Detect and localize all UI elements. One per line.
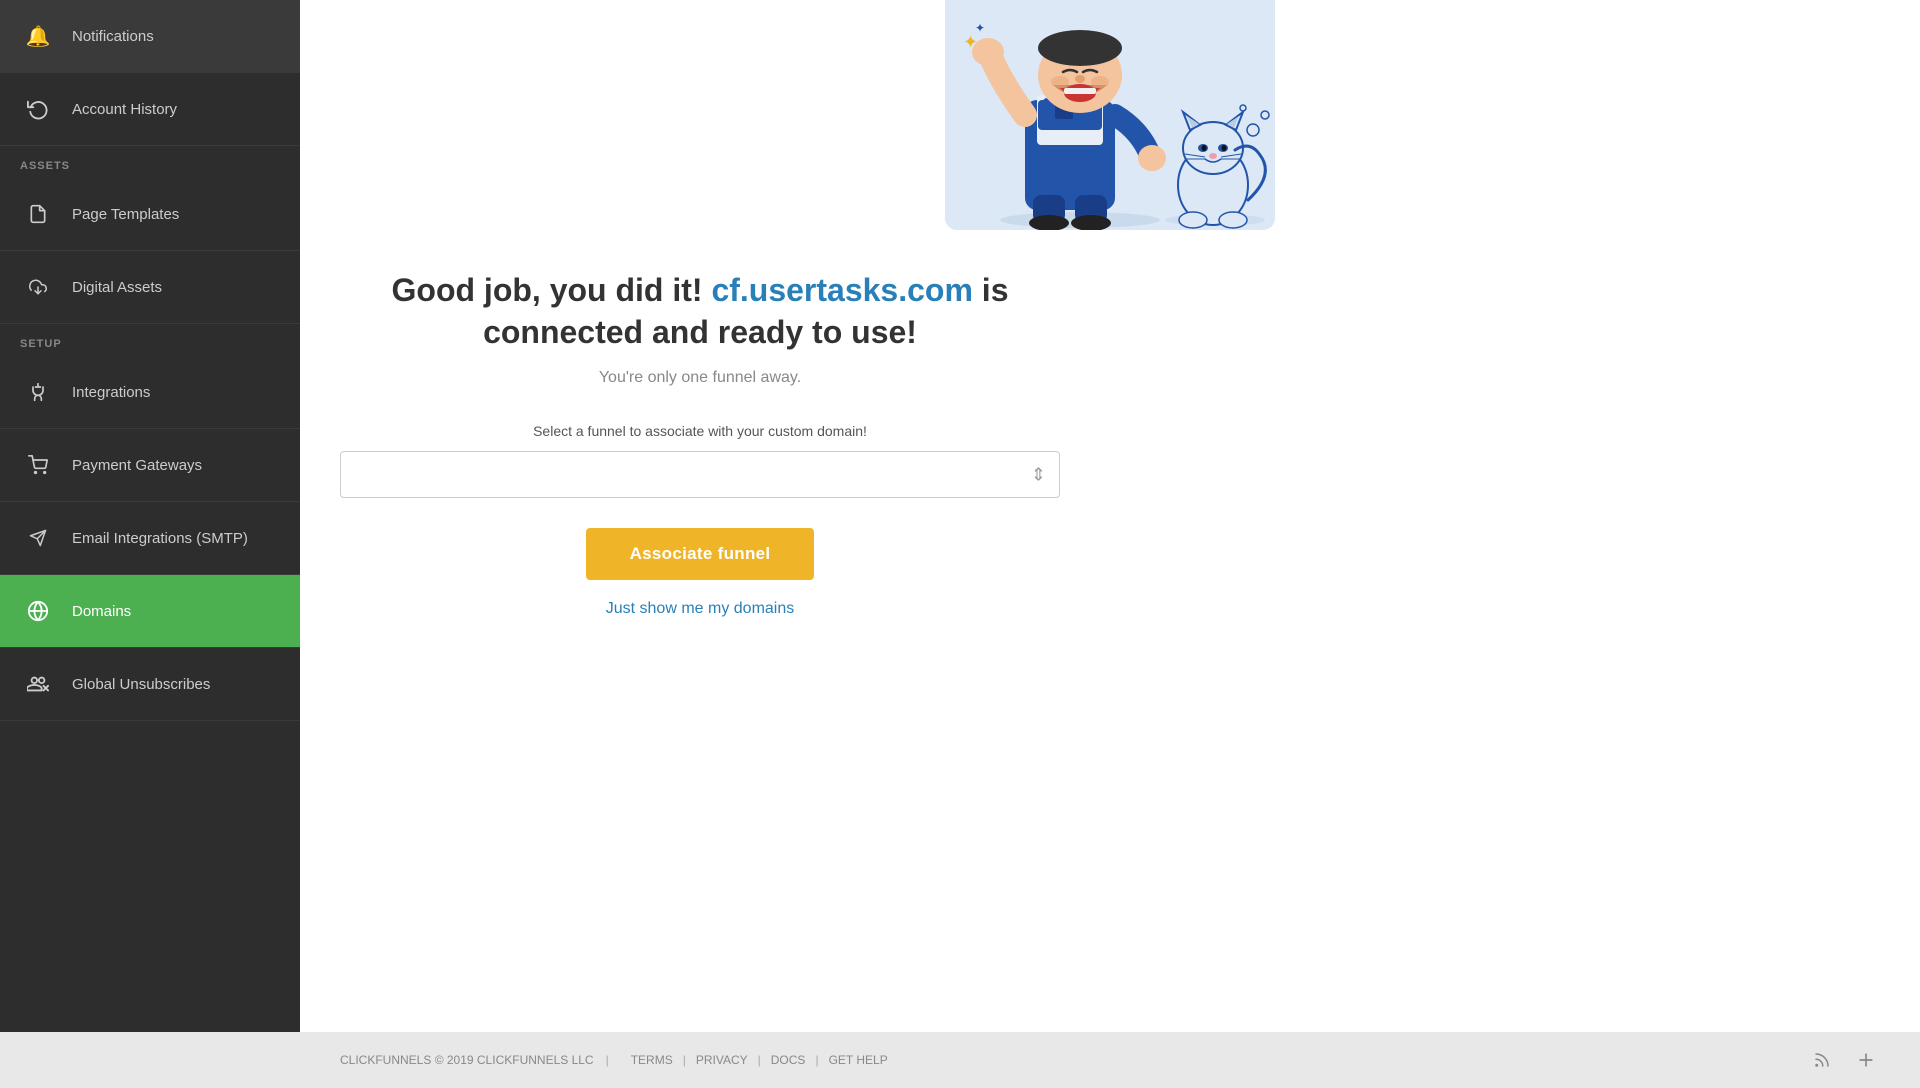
- sidebar-item-payment-gateways[interactable]: Payment Gateways: [0, 429, 300, 502]
- subtitle-text: You're only one funnel away.: [320, 369, 1080, 387]
- funnel-select[interactable]: [340, 451, 1060, 498]
- select-funnel-label: Select a funnel to associate with your c…: [320, 423, 1080, 439]
- sidebar-item-digital-assets[interactable]: Digital Assets: [0, 251, 300, 324]
- rss-icon: [1813, 1051, 1831, 1069]
- cart-icon: [20, 447, 56, 483]
- character-svg: ✦ ✦: [945, 0, 1275, 230]
- history-icon: [20, 91, 56, 127]
- sidebar-item-label: Notifications: [72, 28, 154, 45]
- svg-text:✦: ✦: [963, 32, 978, 52]
- page-icon: [20, 196, 56, 232]
- plug-icon: [20, 374, 56, 410]
- add-icon-button[interactable]: [1852, 1046, 1880, 1074]
- sidebar-item-label: Email Integrations (SMTP): [72, 530, 248, 547]
- show-domains-link[interactable]: Just show me my domains: [320, 600, 1080, 618]
- user-x-icon: [20, 666, 56, 702]
- hero-illustration: ✦ ✦: [300, 0, 1920, 230]
- globe-icon: [20, 593, 56, 629]
- sidebar-item-page-templates[interactable]: Page Templates: [0, 178, 300, 251]
- rss-icon-button[interactable]: [1808, 1046, 1836, 1074]
- footer-copyright: CLICKFUNNELS © 2019 CLICKFUNNELS LLC: [340, 1053, 594, 1067]
- email-icon: [20, 520, 56, 556]
- footer-privacy-link[interactable]: PRIVACY: [686, 1053, 758, 1067]
- footer-links: TERMS | PRIVACY | DOCS | GET HELP: [621, 1053, 898, 1067]
- sidebar: 🔔 Notifications Account History Assets P…: [0, 0, 300, 1032]
- main-text-content: Good job, you did it! cf.usertasks.com i…: [300, 230, 1100, 638]
- bell-icon: 🔔: [20, 18, 56, 54]
- sidebar-item-integrations[interactable]: Integrations: [0, 356, 300, 429]
- sidebar-item-domains[interactable]: Domains: [0, 575, 300, 648]
- sidebar-item-label: Domains: [72, 603, 131, 620]
- cloud-icon: [20, 269, 56, 305]
- illustration-container: ✦ ✦: [945, 0, 1275, 230]
- sidebar-item-label: Account History: [72, 101, 177, 118]
- sidebar-item-label: Payment Gateways: [72, 457, 202, 474]
- sidebar-item-label: Global Unsubscribes: [72, 676, 210, 693]
- sidebar-item-label: Digital Assets: [72, 279, 162, 296]
- sidebar-item-notifications[interactable]: 🔔 Notifications: [0, 0, 300, 73]
- sidebar-section-setup: Setup: [0, 324, 300, 356]
- footer-right: [1808, 1046, 1880, 1074]
- sidebar-item-email-integrations[interactable]: Email Integrations (SMTP): [0, 502, 300, 575]
- footer-docs-link[interactable]: DOCS: [761, 1053, 816, 1067]
- associate-funnel-button[interactable]: Associate funnel: [586, 528, 815, 580]
- sidebar-item-account-history[interactable]: Account History: [0, 73, 300, 146]
- svg-text:✦: ✦: [975, 21, 985, 35]
- footer: CLICKFUNNELS © 2019 CLICKFUNNELS LLC | T…: [0, 1032, 1920, 1088]
- funnel-select-wrapper: ⇕: [340, 451, 1060, 498]
- sidebar-item-label: Page Templates: [72, 206, 179, 223]
- sidebar-item-label: Integrations: [72, 384, 150, 401]
- footer-get-help-link[interactable]: GET HELP: [819, 1053, 898, 1067]
- main-content: ✦ ✦ Good job, you did it! cf.usertasks.c…: [300, 0, 1920, 1032]
- footer-terms-link[interactable]: TERMS: [621, 1053, 683, 1067]
- sidebar-item-global-unsubscribes[interactable]: Global Unsubscribes: [0, 648, 300, 721]
- add-icon: [1856, 1050, 1876, 1070]
- sidebar-section-assets: Assets: [0, 146, 300, 178]
- success-heading: Good job, you did it! cf.usertasks.com i…: [320, 270, 1080, 353]
